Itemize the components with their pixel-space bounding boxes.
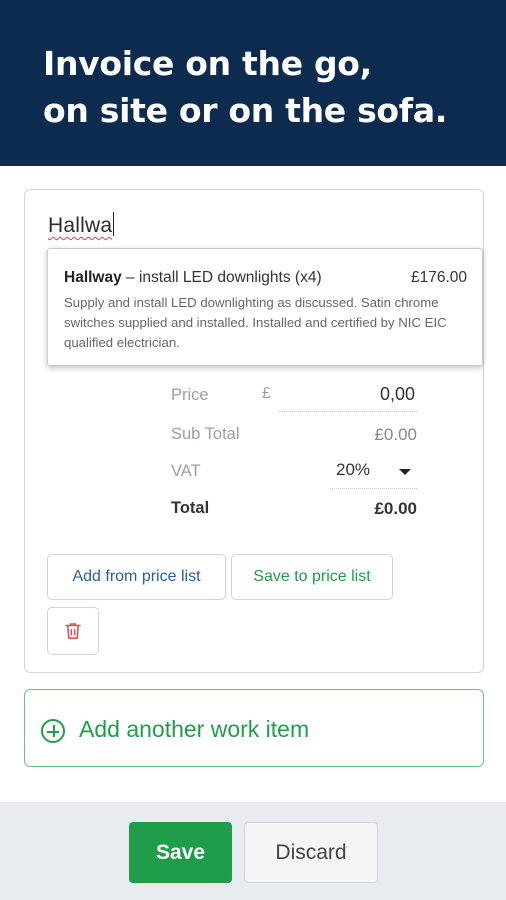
price-value: 0,00 (379, 384, 415, 404)
promo-banner: Invoice on the go, on site or on the sof… (0, 0, 506, 166)
banner-title-line-2: on site or on the sofa. (43, 91, 448, 130)
description-typed-text: Hallwa (48, 214, 113, 237)
plus-circle-icon (41, 719, 65, 743)
currency-symbol: £ (262, 385, 271, 402)
text-caret (113, 212, 115, 236)
autocomplete-suggestion[interactable]: Hallway – install LED downlights (x4) £1… (47, 248, 483, 366)
save-to-price-list-button[interactable]: Save to price list (231, 554, 393, 600)
suggestion-amount: £176.00 (410, 269, 467, 286)
total-label: Total (171, 499, 210, 517)
suggestion-description: Supply and install LED downlighting as d… (64, 295, 447, 350)
trash-icon (65, 623, 81, 639)
add-another-work-item-button[interactable]: Add another work item (24, 689, 484, 767)
total-value: £0.00 (374, 499, 417, 518)
banner-title: Invoice on the go, on site or on the sof… (43, 40, 483, 134)
vat-select[interactable]: 20% (330, 456, 417, 489)
vat-value: 20% (336, 460, 371, 479)
save-button[interactable]: Save (129, 822, 232, 883)
suggestion-title-bold: Hallway (64, 269, 122, 286)
add-another-work-item-label: Add another work item (79, 716, 310, 742)
caret-down-icon (399, 469, 411, 475)
price-input[interactable]: 0,00 (279, 380, 417, 412)
discard-button[interactable]: Discard (244, 822, 378, 883)
banner-title-line-1: Invoice on the go, (43, 44, 372, 83)
description-input[interactable]: Hallwa (48, 212, 115, 238)
add-from-price-list-button[interactable]: Add from price list (47, 554, 226, 600)
vat-label: VAT (171, 462, 201, 480)
delete-item-button[interactable] (47, 607, 99, 655)
sub-total-label: Sub Total (171, 425, 240, 443)
price-label: Price (171, 386, 209, 404)
suggestion-title-rest: – install LED downlights (x4) (121, 269, 322, 286)
sub-total-value: £0.00 (374, 425, 417, 444)
suggestion-title: Hallway – install LED downlights (x4) (64, 269, 322, 287)
